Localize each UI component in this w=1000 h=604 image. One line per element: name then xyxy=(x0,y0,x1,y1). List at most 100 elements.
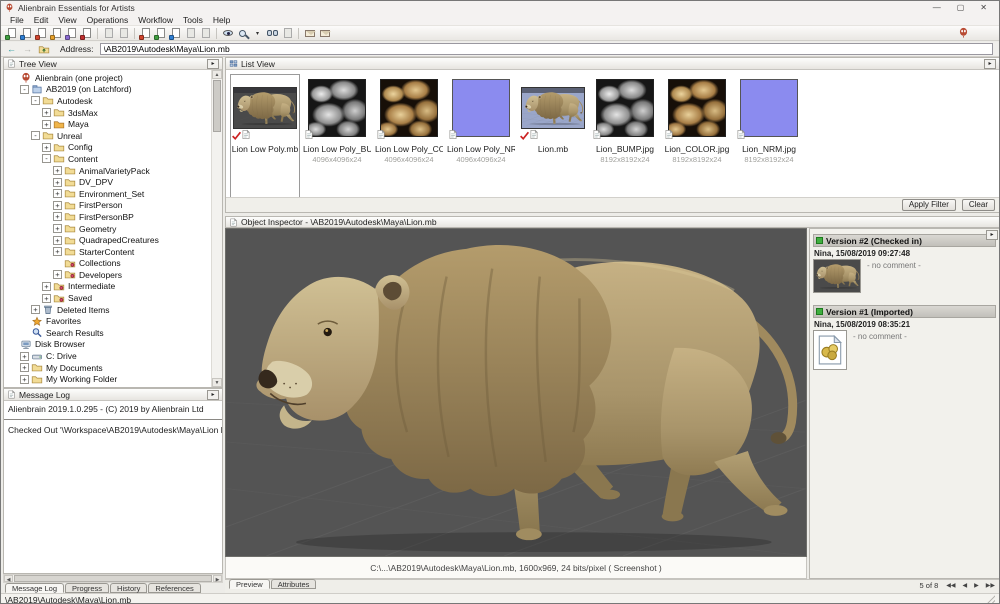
tree-item-geometry[interactable]: + Geometry xyxy=(6,223,222,235)
tree-vertical-scrollbar[interactable]: ▲ ▼ xyxy=(211,70,222,387)
back-button[interactable]: ← xyxy=(5,44,18,55)
tab-progress[interactable]: Progress xyxy=(65,583,109,593)
version-file-icon[interactable] xyxy=(813,330,847,370)
tree-item-firstpersonbp[interactable]: + FirstPersonBP xyxy=(6,211,222,223)
tree-item-autodesk[interactable]: - Autodesk xyxy=(6,95,222,107)
tree-expander[interactable]: + xyxy=(31,305,40,314)
tree-expander[interactable]: + xyxy=(53,224,62,233)
tree-expander[interactable]: + xyxy=(53,166,62,175)
versions-menu-button[interactable]: ▸ xyxy=(986,230,998,240)
tree-item-search-results[interactable]: Search Results xyxy=(6,327,222,339)
show-changes-icon[interactable] xyxy=(138,27,153,40)
tree-item-config[interactable]: + Config xyxy=(6,142,222,154)
tree-item-disk-browser[interactable]: Disk Browser xyxy=(6,339,222,351)
previous-item-button[interactable]: ◀ xyxy=(963,582,968,589)
menu-edit[interactable]: Edit xyxy=(29,15,54,25)
scrollbar-thumb[interactable] xyxy=(14,575,212,582)
tree-panel-menu-button[interactable]: ▸ xyxy=(207,59,219,69)
send-message-icon[interactable] xyxy=(302,27,317,40)
tree-expander[interactable]: + xyxy=(42,282,51,291)
tree-item-c-drive[interactable]: + C: Drive xyxy=(6,350,222,362)
get-latest-icon[interactable] xyxy=(49,27,64,40)
address-input[interactable] xyxy=(100,43,993,55)
tree-item-content[interactable]: - Content xyxy=(6,153,222,165)
import-file-icon[interactable] xyxy=(64,27,79,40)
tree-item-developers[interactable]: + Developers xyxy=(6,269,222,281)
menu-help[interactable]: Help xyxy=(208,15,235,25)
tree-item-startercontent[interactable]: + StarterContent xyxy=(6,246,222,258)
up-folder-button[interactable] xyxy=(37,44,51,55)
tab-history[interactable]: History xyxy=(110,583,147,593)
message-log-menu-button[interactable]: ▸ xyxy=(207,390,219,400)
tree-item-saved[interactable]: + Saved xyxy=(6,292,222,304)
zoom-options-icon[interactable]: ▾ xyxy=(250,27,265,40)
tree-item-deleted-items[interactable]: + Deleted Items xyxy=(6,304,222,316)
file-item[interactable]: Lion Low Poly_BUMP... 4096x4096x24 xyxy=(303,75,371,199)
tab-attributes[interactable]: Attributes xyxy=(271,579,317,589)
tree-expander[interactable]: + xyxy=(53,201,62,210)
version-card[interactable]: Version #1 (Imported) Nina, 15/08/2019 0… xyxy=(813,305,996,370)
copy-icon[interactable] xyxy=(101,27,116,40)
tree-item-maya[interactable]: + Maya xyxy=(6,118,222,130)
tree-expander[interactable]: + xyxy=(20,363,29,372)
tree-expander[interactable]: + xyxy=(53,189,62,198)
refresh-view-icon[interactable] xyxy=(153,27,168,40)
edit-properties-icon[interactable] xyxy=(168,27,183,40)
tree-item-3dsmax[interactable]: + 3dsMax xyxy=(6,107,222,119)
alienbrain-logo-icon[interactable] xyxy=(958,27,969,38)
version-thumbnail[interactable] xyxy=(813,259,861,293)
tree-item-unreal[interactable]: - Unreal xyxy=(6,130,222,142)
tree-expander[interactable]: + xyxy=(20,375,29,384)
file-item[interactable]: Lion Low Poly_COLO... 4096x4096x24 xyxy=(375,75,443,199)
list-panel-menu-button[interactable]: ▸ xyxy=(984,59,996,69)
clear-filter-button[interactable]: Clear xyxy=(962,199,995,211)
close-button[interactable]: ✕ xyxy=(980,1,987,14)
menu-operations[interactable]: Operations xyxy=(82,15,134,25)
menu-file[interactable]: File xyxy=(5,15,29,25)
reports-icon[interactable] xyxy=(280,27,295,40)
tree-expander[interactable]: + xyxy=(20,352,29,361)
next-item-button[interactable]: ▶ xyxy=(974,582,979,589)
menu-view[interactable]: View xyxy=(53,15,81,25)
tree-expander[interactable]: + xyxy=(53,236,62,245)
tree-item-environment-set[interactable]: + Environment_Set xyxy=(6,188,222,200)
browse-database-icon[interactable] xyxy=(198,27,213,40)
tree-expander[interactable]: + xyxy=(53,212,62,221)
preview-viewport[interactable] xyxy=(225,228,807,557)
maximize-button[interactable]: ▢ xyxy=(957,1,965,14)
file-item[interactable]: Lion_NRM.jpg 8192x8192x24 xyxy=(735,75,803,199)
tree-expander[interactable]: + xyxy=(42,120,51,129)
apply-filter-button[interactable]: Apply Filter xyxy=(902,199,956,211)
scroll-down-icon[interactable]: ▼ xyxy=(212,378,222,387)
forward-button[interactable]: → xyxy=(21,44,34,55)
scroll-left-icon[interactable]: ◀ xyxy=(4,575,13,582)
tree-item-quadrapedcreatures[interactable]: + QuadrapedCreatures xyxy=(6,234,222,246)
file-item[interactable]: Lion Low Poly_NRM.j... 4096x4096x24 xyxy=(447,75,515,199)
tab-message-log[interactable]: Message Log xyxy=(5,583,64,593)
first-item-button[interactable]: ◀◀ xyxy=(946,582,955,589)
version-card[interactable]: Version #2 (Checked in) Nina, 15/08/2019… xyxy=(813,234,996,293)
file-item[interactable]: Lion Low Poly.mb xyxy=(231,75,299,199)
tree-item-alienbrain-one-project-[interactable]: Alienbrain (one project) xyxy=(6,72,222,84)
zoom-tool-icon[interactable] xyxy=(235,27,250,40)
tree-item-dv-dpv[interactable]: + DV_DPV xyxy=(6,176,222,188)
tree-expander[interactable]: - xyxy=(31,96,40,105)
tree-expander[interactable]: + xyxy=(53,247,62,256)
file-item[interactable]: Lion_COLOR.jpg 8192x8192x24 xyxy=(663,75,731,199)
tree-expander[interactable]: + xyxy=(53,270,62,279)
scrollbar-thumb[interactable] xyxy=(213,80,221,132)
tree-item-ab2019-on-latchford-[interactable]: - AB2019 (on Latchford) xyxy=(6,84,222,96)
tree-item-intermediate[interactable]: + Intermediate xyxy=(6,281,222,293)
last-item-button[interactable]: ▶▶ xyxy=(986,582,995,589)
scroll-right-icon[interactable]: ▶ xyxy=(213,575,222,582)
preview-eye-icon[interactable] xyxy=(220,27,235,40)
message-status-icon[interactable] xyxy=(317,27,332,40)
paste-icon[interactable] xyxy=(116,27,131,40)
tree-expander[interactable]: + xyxy=(53,178,62,187)
tree-expander[interactable]: - xyxy=(20,85,29,94)
tree-item-favorites[interactable]: Favorites xyxy=(6,315,222,327)
tree-expander[interactable]: - xyxy=(42,154,51,163)
file-item[interactable]: Lion_BUMP.jpg 8192x8192x24 xyxy=(591,75,659,199)
tab-references[interactable]: References xyxy=(148,583,200,593)
check-out-icon[interactable] xyxy=(4,27,19,40)
